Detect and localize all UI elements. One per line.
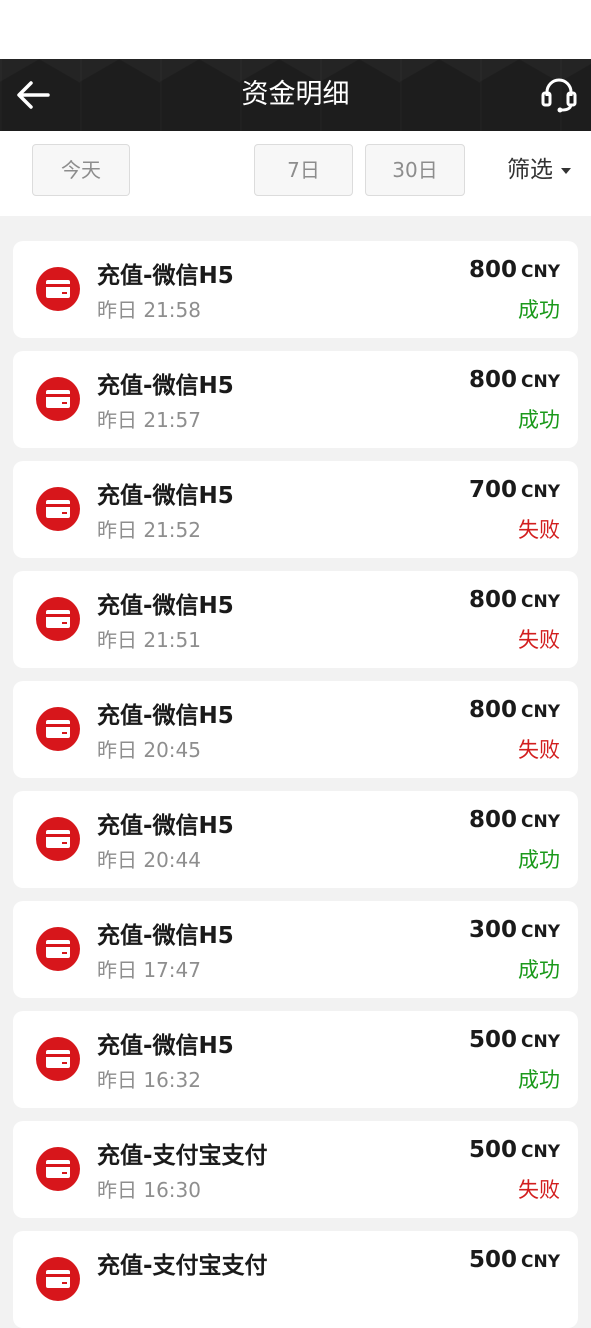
transaction-title: 充值-支付宝支付 [97, 1143, 268, 1169]
transaction-amount: 800 CNY [469, 367, 560, 393]
transaction-title: 充值-微信H5 [97, 483, 234, 509]
amount-currency: CNY [520, 262, 560, 282]
transaction-card[interactable]: 充值-微信H5 昨日 20:44 800 CNY 成功 [13, 791, 578, 888]
transaction-title: 充值-微信H5 [97, 373, 234, 399]
transaction-title: 充值-微信H5 [97, 263, 234, 289]
date-filter-bar: 今天 7日 30日 筛选 [0, 131, 591, 216]
transaction-time: 昨日 21:52 [97, 518, 201, 542]
transaction-amount: 800 CNY [469, 807, 560, 833]
transaction-amount: 800 CNY [469, 697, 560, 723]
transaction-status: 成功 [518, 848, 560, 872]
amount-currency: CNY [520, 372, 560, 392]
transaction-amount: 500 CNY [469, 1027, 560, 1053]
transaction-time: 昨日 17:47 [97, 958, 201, 982]
transaction-card[interactable]: 充值-微信H5 昨日 20:45 800 CNY 失败 [13, 681, 578, 778]
amount-value: 300 [468, 917, 517, 943]
transaction-amount: 500 CNY [469, 1137, 560, 1163]
customer-service-icon[interactable] [541, 75, 577, 115]
amount-currency: CNY [520, 702, 560, 722]
amount-currency: CNY [520, 1252, 560, 1272]
bank-card-icon [35, 706, 81, 752]
transaction-card[interactable]: 充值-微信H5 昨日 21:51 800 CNY 失败 [13, 571, 578, 668]
bank-card-icon [35, 376, 81, 422]
bank-card-icon [35, 1036, 81, 1082]
transaction-time: 昨日 16:30 [97, 1178, 201, 1202]
amount-value: 800 [468, 697, 517, 723]
transaction-amount: 500 CNY [469, 1247, 560, 1273]
amount-value: 800 [468, 807, 517, 833]
transaction-card[interactable]: 充值-微信H5 昨日 21:57 800 CNY 成功 [13, 351, 578, 448]
amount-currency: CNY [520, 1142, 560, 1162]
transaction-time: 昨日 20:45 [97, 738, 201, 762]
transaction-title: 充值-微信H5 [97, 923, 234, 949]
transaction-status: 失败 [518, 738, 560, 762]
amount-currency: CNY [520, 1032, 560, 1052]
transaction-status: 失败 [518, 518, 560, 542]
bank-card-icon [35, 816, 81, 862]
amount-currency: CNY [520, 482, 560, 502]
transaction-title: 充值-微信H5 [97, 593, 234, 619]
status-bar [0, 0, 591, 59]
transaction-title: 充值-微信H5 [97, 1033, 234, 1059]
transaction-time: 昨日 21:57 [97, 408, 201, 432]
amount-value: 800 [468, 257, 517, 283]
amount-currency: CNY [520, 812, 560, 832]
transaction-status: 成功 [518, 1068, 560, 1092]
transaction-amount: 800 CNY [469, 587, 560, 613]
filter-dropdown-button[interactable]: 筛选 [507, 144, 553, 196]
transaction-status: 成功 [518, 408, 560, 432]
amount-value: 800 [468, 367, 517, 393]
transaction-title: 充值-微信H5 [97, 703, 234, 729]
bank-card-icon [35, 266, 81, 312]
transaction-time: 昨日 21:51 [97, 628, 201, 652]
bank-card-icon [35, 596, 81, 642]
amount-value: 700 [468, 477, 517, 503]
transaction-status: 成功 [518, 298, 560, 322]
app-header: 资金明细 [0, 59, 591, 131]
bank-card-icon [35, 1256, 81, 1302]
amount-value: 500 [468, 1247, 517, 1273]
transaction-status: 失败 [518, 628, 560, 652]
transaction-status: 成功 [518, 958, 560, 982]
filter-30days-button[interactable]: 30日 [365, 144, 465, 196]
amount-currency: CNY [520, 922, 560, 942]
transaction-time: 昨日 21:58 [97, 298, 201, 322]
amount-value: 500 [468, 1027, 517, 1053]
transaction-amount: 700 CNY [469, 477, 560, 503]
amount-value: 500 [468, 1137, 517, 1163]
transaction-amount: 800 CNY [469, 257, 560, 283]
transaction-title: 充值-微信H5 [97, 813, 234, 839]
transaction-amount: 300 CNY [469, 917, 560, 943]
bank-card-icon [35, 1146, 81, 1192]
transaction-status: 失败 [518, 1178, 560, 1202]
transaction-card[interactable]: 充值-微信H5 昨日 17:47 300 CNY 成功 [13, 901, 578, 998]
filter-today-button[interactable]: 今天 [32, 144, 130, 196]
page-title: 资金明细 [241, 79, 350, 110]
transaction-card[interactable]: 充值-微信H5 昨日 21:52 700 CNY 失败 [13, 461, 578, 558]
transaction-card[interactable]: 充值-微信H5 昨日 16:32 500 CNY 成功 [13, 1011, 578, 1108]
bank-card-icon [35, 486, 81, 532]
bank-card-icon [35, 926, 81, 972]
amount-currency: CNY [520, 592, 560, 612]
filter-7days-button[interactable]: 7日 [254, 144, 353, 196]
transaction-card[interactable]: 充值-微信H5 昨日 21:58 800 CNY 成功 [13, 241, 578, 338]
transaction-time: 昨日 20:44 [97, 848, 201, 872]
transaction-card[interactable]: 充值-支付宝支付 昨日 16:30 500 CNY 失败 [13, 1121, 578, 1218]
transaction-time: 昨日 16:32 [97, 1068, 201, 1092]
caret-down-icon [561, 168, 571, 174]
transaction-title: 充值-支付宝支付 [97, 1253, 268, 1279]
amount-value: 800 [468, 587, 517, 613]
